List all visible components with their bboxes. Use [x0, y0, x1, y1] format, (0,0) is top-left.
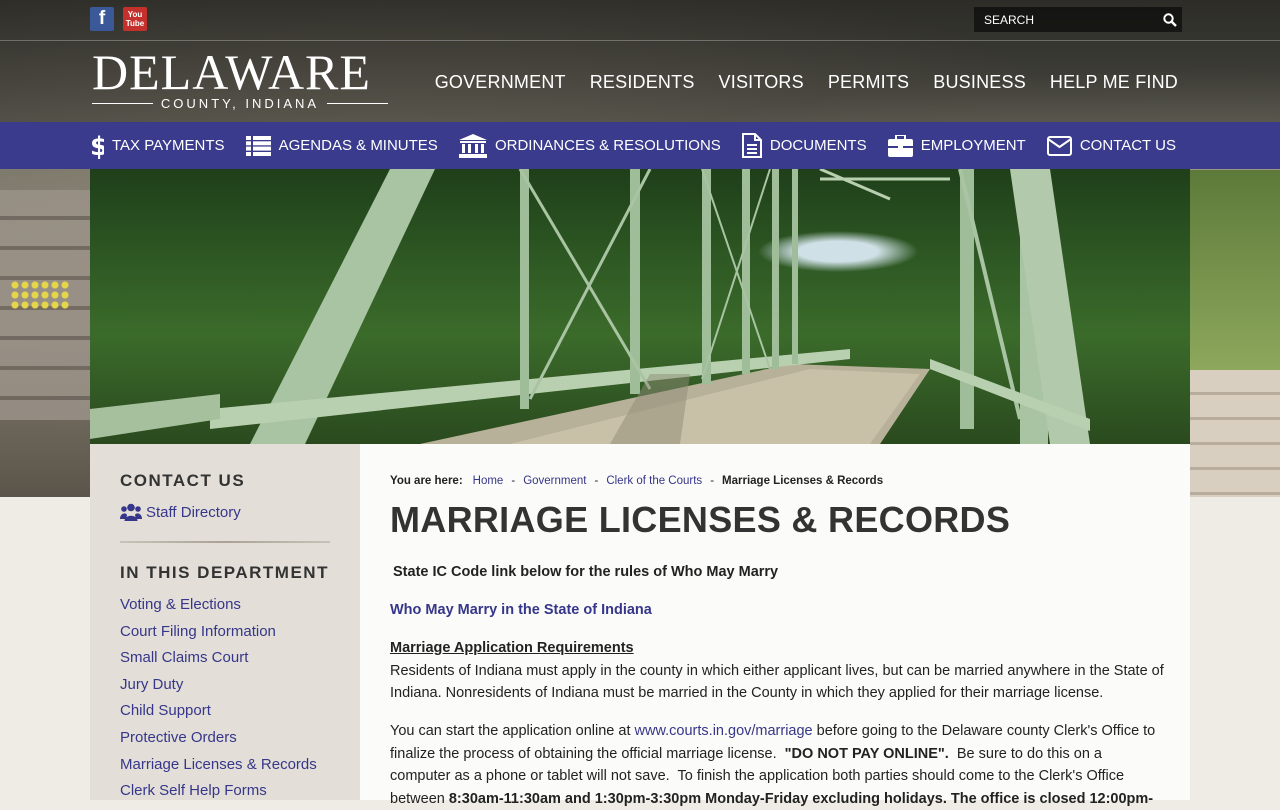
- quick-link-tax-payments[interactable]: $ TAX PAYMENTS: [90, 133, 225, 159]
- logo-subtitle: COUNTY, INDIANA: [160, 96, 320, 111]
- search-input[interactable]: [974, 7, 1158, 32]
- briefcase-icon: [887, 134, 913, 157]
- requirements-heading: Marriage Application Requirements: [390, 640, 634, 656]
- quick-links-bar: $ TAX PAYMENTS AGENDAS & MINUTES ORDINAN…: [0, 122, 1280, 169]
- youtube-icon-label: You Tube: [125, 10, 145, 28]
- sidebar-divider: [120, 541, 330, 543]
- list-item: Protective Orders: [120, 729, 317, 756]
- logo-name: DELAWARE: [92, 44, 371, 100]
- nav-permits[interactable]: PERMITS: [828, 72, 909, 93]
- envelope-icon: [1046, 135, 1072, 156]
- sidebar-item-voting-elections[interactable]: Voting & Elections: [120, 596, 241, 613]
- list-item: Small Claims Court: [120, 649, 317, 676]
- svg-text:$: $: [90, 133, 104, 159]
- quick-link-label: ORDINANCES & RESOLUTIONS: [494, 137, 721, 154]
- main-navigation: GOVERNMENT RESIDENTS VISITORS PERMITS BU…: [435, 72, 1178, 93]
- list-item: Jury Duty: [120, 676, 317, 703]
- breadcrumb-clerk-of-courts[interactable]: Clerk of the Courts: [606, 475, 702, 487]
- breadcrumb-home[interactable]: Home: [473, 475, 504, 487]
- intro-text: State IC Code link below for the rules o…: [393, 564, 779, 580]
- list-item: Marriage Licenses & Records: [120, 756, 317, 783]
- list-item: Clerk Self Help Forms: [120, 782, 317, 809]
- quick-link-label: CONTACT US: [1079, 137, 1176, 154]
- nav-government[interactable]: GOVERNMENT: [435, 72, 566, 93]
- breadcrumb-label: You are here:: [390, 475, 463, 487]
- logo-rule-left: [92, 103, 153, 104]
- quick-link-label: AGENDAS & MINUTES: [278, 137, 438, 154]
- sidebar-item-protective-orders[interactable]: Protective Orders: [120, 729, 237, 746]
- breadcrumb-current: Marriage Licenses & Records: [722, 475, 884, 487]
- sidebar-department-heading: IN THIS DEPARTMENT: [120, 563, 329, 582]
- sidebar-item-small-claims[interactable]: Small Claims Court: [120, 649, 248, 666]
- breadcrumb-separator: -: [511, 475, 516, 487]
- breadcrumb: You are here: Home - Government - Clerk …: [390, 475, 883, 487]
- courts-marriage-link[interactable]: www.courts.in.gov/marriage: [635, 723, 813, 739]
- staff-directory-label: Staff Directory: [146, 503, 241, 521]
- search-button[interactable]: [1157, 7, 1182, 32]
- online-text-pre: You can start the application online at: [390, 723, 635, 739]
- grass-right: [1190, 170, 1280, 370]
- sidebar: CONTACT US Staff Directory IN THIS DEPAR…: [90, 444, 360, 800]
- quick-link-documents[interactable]: DOCUMENTS: [741, 133, 867, 158]
- who-may-marry-row: Who May Marry in the State of Indiana: [390, 599, 1165, 622]
- search-box: [974, 7, 1182, 32]
- quick-link-label: TAX PAYMENTS: [112, 137, 225, 154]
- list-item: Court Filing Information: [120, 623, 317, 650]
- who-may-marry-link[interactable]: Who May Marry in the State of Indiana: [390, 602, 652, 618]
- sidebar-item-child-support[interactable]: Child Support: [120, 702, 211, 719]
- youtube-icon[interactable]: You Tube: [123, 7, 147, 31]
- search-icon: [1162, 12, 1177, 27]
- bridge-illustration: [90, 169, 1090, 444]
- breadcrumb-separator: -: [710, 475, 715, 487]
- nav-visitors[interactable]: VISITORS: [719, 72, 804, 93]
- list-item: Voting & Elections: [120, 596, 317, 623]
- dollar-icon: $: [90, 133, 104, 159]
- county-logo[interactable]: DELAWARE COUNTY, INDIANA: [92, 44, 389, 111]
- requirements-section: Marriage Application Requirements Reside…: [390, 637, 1165, 705]
- staff-directory-link[interactable]: Staff Directory: [120, 503, 241, 521]
- quick-link-contact-us[interactable]: CONTACT US: [1046, 135, 1176, 156]
- sidebar-contact-heading: CONTACT US: [120, 471, 246, 490]
- office-hours: 8:30am-11:30am and 1:30pm-3:30pm Monday-…: [448, 790, 1154, 807]
- quick-link-label: DOCUMENTS: [769, 137, 867, 154]
- sidebar-item-self-help-forms[interactable]: Clerk Self Help Forms: [120, 782, 267, 799]
- list-icon: [245, 135, 271, 156]
- sidebar-item-court-filing[interactable]: Court Filing Information: [120, 623, 276, 640]
- quick-link-ordinances-resolutions[interactable]: ORDINANCES & RESOLUTIONS: [458, 133, 721, 158]
- hero-bridge-image: [90, 169, 1190, 444]
- department-links: Voting & Elections Court Filing Informat…: [120, 596, 317, 809]
- sidebar-item-jury-duty[interactable]: Jury Duty: [120, 676, 183, 693]
- header-divider: [0, 40, 1280, 41]
- do-not-pay-notice: "DO NOT PAY ONLINE".: [784, 745, 949, 762]
- main-content: You are here: Home - Government - Clerk …: [360, 444, 1190, 807]
- quick-link-agendas-minutes[interactable]: AGENDAS & MINUTES: [245, 135, 438, 156]
- courthouse-icon: [458, 133, 487, 158]
- users-icon: [120, 503, 142, 521]
- document-icon: [741, 133, 762, 158]
- quick-link-label: EMPLOYMENT: [920, 137, 1026, 154]
- social-links: f You Tube: [90, 7, 147, 31]
- online-application-paragraph: You can start the application online at …: [390, 720, 1165, 810]
- nav-residents[interactable]: RESIDENTS: [590, 72, 695, 93]
- facebook-icon[interactable]: f: [90, 7, 114, 31]
- breadcrumb-government[interactable]: Government: [523, 475, 586, 487]
- logo-rule-right: [327, 103, 389, 104]
- stone-wall-right: [1190, 370, 1280, 497]
- nav-business[interactable]: BUSINESS: [933, 72, 1026, 93]
- requirements-text: Residents of Indiana must apply in the c…: [390, 662, 1164, 702]
- quick-link-employment[interactable]: EMPLOYMENT: [887, 134, 1026, 157]
- breadcrumb-separator: -: [594, 475, 599, 487]
- page-title: MARRIAGE LICENSES & RECORDS: [390, 499, 1011, 540]
- flowers-left: [10, 280, 70, 310]
- sidebar-item-marriage-licenses[interactable]: Marriage Licenses & Records: [120, 756, 317, 773]
- nav-help-me-find[interactable]: HELP ME FIND: [1050, 72, 1178, 93]
- list-item: Child Support: [120, 702, 317, 729]
